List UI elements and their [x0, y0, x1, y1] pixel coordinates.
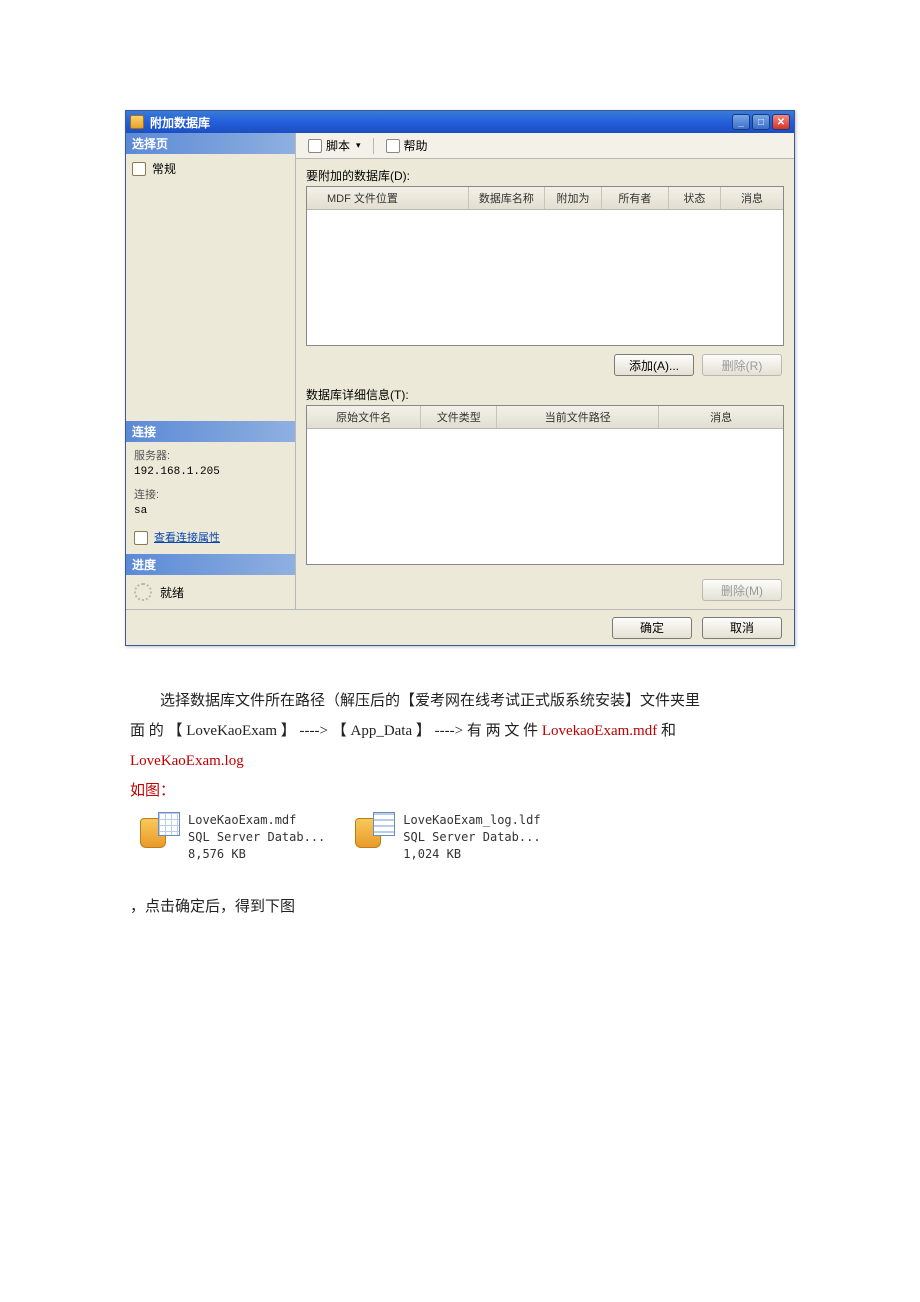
attach-label: 要附加的数据库(D):	[306, 167, 784, 184]
view-connection-properties-link[interactable]: 查看连接属性	[154, 530, 220, 547]
help-label: 帮助	[404, 137, 428, 154]
col-status[interactable]: 状态	[669, 187, 721, 209]
file1-name: LoveKaoExam.mdf	[188, 812, 325, 829]
connection-header: 连接	[126, 421, 295, 442]
remove-db-button[interactable]: 删除(R)	[702, 354, 782, 376]
col-db-name[interactable]: 数据库名称	[469, 187, 545, 209]
col-mdf-location[interactable]: MDF 文件位置	[307, 187, 469, 209]
maximize-button[interactable]: □	[752, 114, 770, 130]
add-button[interactable]: 添加(A)...	[614, 354, 694, 376]
col-attach-as[interactable]: 附加为	[545, 187, 602, 209]
window-title: 附加数据库	[150, 114, 732, 131]
nav-item-label: 常规	[152, 160, 176, 177]
file2-name: LoveKaoExam_log.ldf	[403, 812, 540, 829]
file-thumbnails-row: LoveKaoExam.mdf SQL Server Datab... 8,57…	[140, 812, 790, 862]
app-icon	[130, 115, 144, 129]
file1-size: 8,576 KB	[188, 846, 325, 863]
document-body: 选择数据库文件所在路径（解压后的【爱考网在线考试正式版系统安装】文件夹里 面 的…	[130, 686, 790, 922]
progress-block: 就绪	[126, 575, 295, 609]
server-label: 服务器:	[134, 448, 287, 465]
connection-label: 连接:	[134, 487, 287, 504]
toolbar-separator	[373, 138, 374, 154]
col-detail-message[interactable]: 消息	[659, 406, 783, 428]
file-item-ldf: LoveKaoExam_log.ldf SQL Server Datab... …	[355, 812, 540, 862]
toolbar: 脚本 ▾ 帮助	[296, 133, 794, 159]
select-page-header: 选择页	[126, 133, 295, 154]
doc-line-1: 选择数据库文件所在路径（解压后的【爱考网在线考试正式版系统安装】文件夹里	[130, 686, 790, 716]
col-owner[interactable]: 所有者	[602, 187, 669, 209]
help-icon	[386, 139, 400, 153]
help-button[interactable]: 帮助	[380, 135, 434, 156]
page-icon	[132, 162, 146, 176]
chevron-down-icon: ▾	[356, 140, 361, 151]
connection-block: 服务器: 192.168.1.205 连接: sa 查看连接属性	[126, 442, 295, 555]
databases-grid[interactable]: MDF 文件位置 数据库名称 附加为 所有者 状态 消息	[306, 186, 784, 346]
properties-icon	[134, 531, 148, 545]
detail-label: 数据库详细信息(T):	[306, 386, 784, 403]
connection-value: sa	[134, 503, 287, 520]
attach-database-dialog: 附加数据库 _ □ ✕ 选择页 常规 连接 服务器:	[125, 110, 795, 646]
col-original-filename[interactable]: 原始文件名	[307, 406, 421, 428]
doc-line-5: ，点击确定后，得到下图	[130, 892, 790, 922]
doc-line-4: 如图：	[130, 776, 790, 806]
minimize-button[interactable]: _	[732, 114, 750, 130]
remove-file-button[interactable]: 删除(M)	[702, 579, 782, 601]
server-value: 192.168.1.205	[134, 464, 287, 481]
progress-status: 就绪	[160, 584, 184, 601]
titlebar[interactable]: 附加数据库 _ □ ✕	[126, 111, 794, 133]
left-nav: 选择页 常规 连接 服务器: 192.168.1.205 连接: sa	[126, 133, 296, 609]
file-item-mdf: LoveKaoExam.mdf SQL Server Datab... 8,57…	[140, 812, 325, 862]
content-pane: 脚本 ▾ 帮助 要附加的数据库(D): MDF 文件位置 数据库名称	[296, 133, 794, 609]
spinner-icon	[134, 583, 152, 601]
mdf-file-icon	[140, 812, 180, 852]
col-current-path[interactable]: 当前文件路径	[497, 406, 659, 428]
col-file-type[interactable]: 文件类型	[421, 406, 497, 428]
script-label: 脚本	[326, 137, 350, 154]
ldf-file-icon	[355, 812, 395, 852]
script-button[interactable]: 脚本 ▾	[302, 135, 367, 156]
ok-button[interactable]: 确定	[612, 617, 692, 639]
file1-type: SQL Server Datab...	[188, 829, 325, 846]
file2-size: 1,024 KB	[403, 846, 540, 863]
cancel-button[interactable]: 取消	[702, 617, 782, 639]
doc-line-2: 面 的 【 LoveKaoExam 】 ----> 【 App_Data 】 -…	[130, 716, 790, 746]
doc-line-3: LoveKaoExam.log	[130, 746, 790, 776]
progress-header: 进度	[126, 554, 295, 575]
close-button[interactable]: ✕	[772, 114, 790, 130]
file2-type: SQL Server Datab...	[403, 829, 540, 846]
script-icon	[308, 139, 322, 153]
nav-item-general[interactable]: 常规	[132, 158, 289, 179]
col-message[interactable]: 消息	[721, 187, 783, 209]
details-grid[interactable]: 原始文件名 文件类型 当前文件路径 消息	[306, 405, 784, 565]
dialog-footer: 确定 取消	[126, 609, 794, 645]
